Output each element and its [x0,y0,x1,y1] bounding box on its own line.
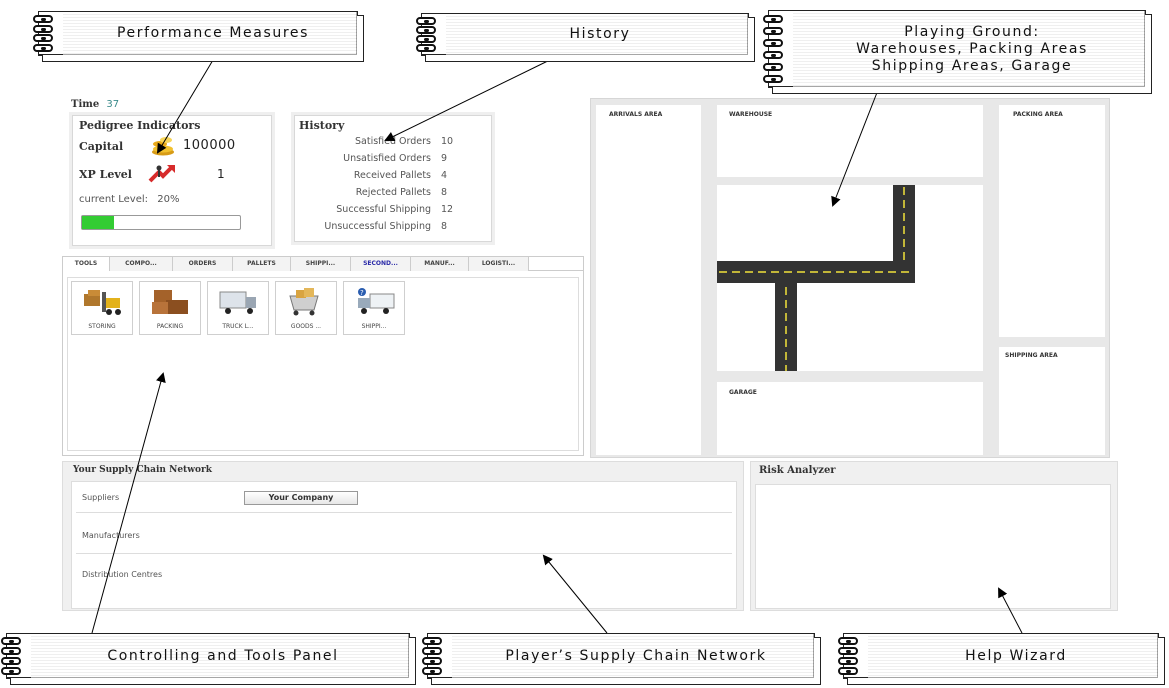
callout-history: History [416,13,755,62]
arrow-history [384,55,559,141]
arrow-controlling [91,372,166,634]
arrow-supply-chain [542,554,608,634]
callout-supply-chain-text: Player’s Supply Chain Network [505,647,767,664]
callout-controlling-text: Controlling and Tools Panel [107,647,339,664]
callout-controlling-tools: Controlling and Tools Panel [1,633,416,685]
callout-help-text: Help Wizard [965,647,1067,664]
callout-playing-ground-line3: Shipping Areas, Garage [871,57,1073,74]
callout-help-wizard: Help Wizard [838,633,1165,685]
arrow-help [998,587,1023,634]
callout-playing-ground-line1: Playing Ground: [904,23,1040,40]
callout-playing-ground-text: Playing Ground: Warehouses, Packing Area… [809,11,1135,87]
callout-arrows [91,54,1023,634]
arrow-performance [156,54,217,154]
callout-playing-ground-line2: Warehouses, Packing Areas [856,40,1088,57]
callout-performance-measures: Performance Measures [33,11,364,62]
arrow-playing-ground [831,89,879,207]
callout-supply-chain: Player’s Supply Chain Network [422,633,821,685]
callout-performance-text: Performance Measures [117,25,309,41]
callout-history-text: History [569,26,631,42]
callout-playing-ground: Playing Ground: Warehouses, Packing Area… [763,10,1152,94]
